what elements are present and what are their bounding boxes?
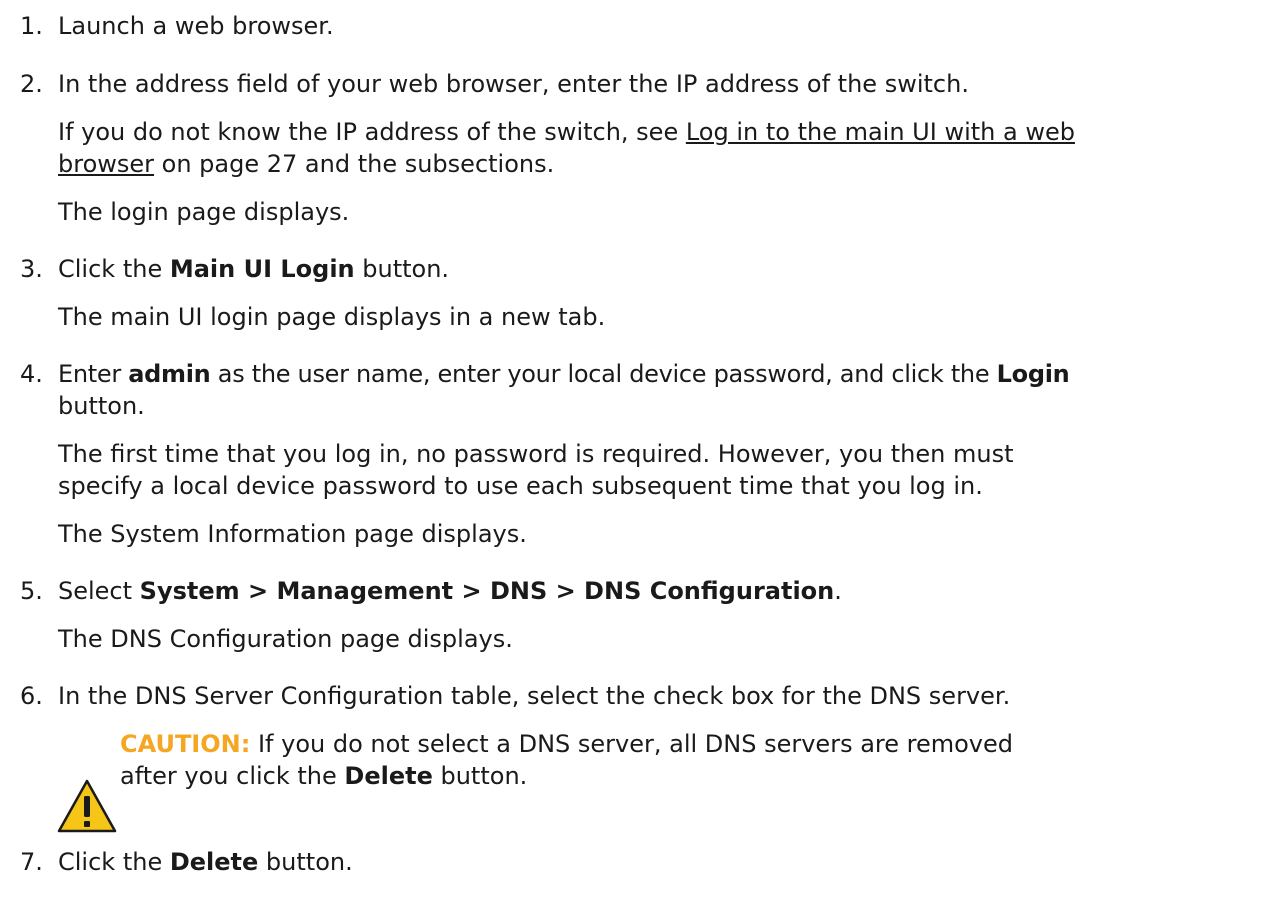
step-4-note-line1: The first time that you log in, no passw… [58,440,1014,468]
step-4-result: The System Information page displays. [58,520,527,548]
login-main-ui-link[interactable]: Log in to the main UI with a web [686,118,1075,146]
step-5-number: 5. [20,577,43,605]
step-5-text: Select System > Management > DNS > DNS C… [58,577,842,605]
step-2-number: 2. [20,70,43,98]
step-4-text-line2: button. [58,392,145,420]
step-4-note-line2: specify a local device password to use e… [58,472,983,500]
delete-term: Delete [344,762,433,790]
step-1-number: 1. [20,12,43,40]
step-3-result: The main UI login page displays in a new… [58,303,606,331]
menu-path: System > Management > DNS > DNS Configur… [139,577,835,605]
step-2-note-line1: If you do not know the IP address of the… [58,118,1075,146]
document-page: 1. Launch a web browser. 2. In the addre… [0,0,1268,897]
step-4-number: 4. [20,360,43,388]
step-7-text: Click the Delete button. [58,848,353,876]
step-3-number: 3. [20,255,43,283]
caution-line2: after you click the Delete button. [120,762,528,790]
step-2-note-line2: browser on page 27 and the subsections. [58,150,555,178]
step-3-text: Click the Main UI Login button. [58,255,450,283]
step-7-number: 7. [20,848,43,876]
step-2-text: In the address field of your web browser… [58,70,969,98]
caution-line1: CAUTION: If you do not select a DNS serv… [120,730,1014,758]
warning-triangle-icon [57,779,117,833]
caution-label: CAUTION: [120,730,251,758]
login-term: Login [996,360,1070,388]
step-2-result: The login page displays. [58,198,350,226]
step-6-text: In the DNS Server Configuration table, s… [58,682,1011,710]
step-4-text-line1: Enter admin as the user name, enter your… [58,360,1070,388]
step-6-number: 6. [20,682,43,710]
step-1-text: Launch a web browser. [58,12,334,40]
login-main-ui-link-cont[interactable]: browser [58,150,154,178]
admin-term: admin [128,360,211,388]
main-ui-login-term: Main UI Login [169,255,355,283]
step-5-result: The DNS Configuration page displays. [58,625,513,653]
delete-button-term: Delete [169,848,259,876]
